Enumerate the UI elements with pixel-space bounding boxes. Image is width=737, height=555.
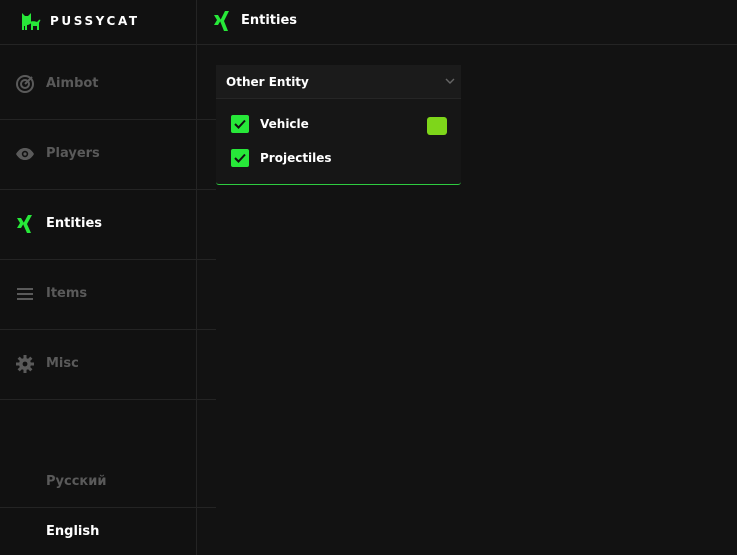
sidebar: PUSSYCAT Aimbot Players Entities Items M…	[0, 0, 216, 555]
app-window: PUSSYCAT Aimbot Players Entities Items M…	[0, 0, 737, 555]
vehicle-color-swatch[interactable]	[427, 117, 447, 135]
xing-icon	[214, 11, 229, 31]
chevron-down-icon	[445, 78, 455, 84]
sidebar-item-players[interactable]: Players	[0, 120, 216, 190]
sidebar-item-label: Entities	[46, 216, 103, 231]
other-entity-panel: Other Entity Vehicle Projectiles	[216, 65, 461, 185]
projectiles-checkbox[interactable]	[231, 149, 249, 167]
sidebar-item-label: Aimbot	[46, 76, 99, 91]
panel-title: Other Entity	[226, 75, 309, 89]
sidebar-item-label: Misc	[46, 356, 79, 371]
sidebar-item-items[interactable]: Items	[0, 260, 216, 330]
language-english[interactable]: English	[0, 508, 216, 555]
sidebar-item-aimbot[interactable]: Aimbot	[0, 50, 216, 120]
language-russian[interactable]: Русский	[0, 458, 216, 508]
cat-icon	[22, 13, 41, 30]
target-icon	[16, 75, 34, 93]
option-vehicle: Vehicle	[231, 115, 451, 135]
option-label: Projectiles	[260, 151, 332, 165]
language-label: English	[46, 524, 100, 539]
xing-icon	[17, 215, 32, 233]
brand-name: PUSSYCAT	[50, 14, 140, 28]
option-projectiles: Projectiles	[231, 149, 451, 169]
menu-icon	[17, 288, 33, 300]
panel-header[interactable]: Other Entity	[216, 65, 461, 99]
checkmark-icon	[234, 153, 246, 163]
page-title: Entities	[241, 13, 298, 28]
sidebar-item-label: Players	[46, 146, 100, 161]
language-label: Русский	[46, 474, 107, 489]
checkmark-icon	[234, 119, 246, 129]
brand: PUSSYCAT	[0, 0, 196, 45]
gear-icon	[16, 355, 34, 373]
page-header: Entities	[197, 0, 737, 45]
vehicle-checkbox[interactable]	[231, 115, 249, 133]
sidebar-item-entities[interactable]: Entities	[0, 190, 216, 260]
option-label: Vehicle	[260, 117, 309, 131]
eye-icon	[16, 148, 34, 160]
sidebar-item-misc[interactable]: Misc	[0, 330, 216, 400]
sidebar-item-label: Items	[46, 286, 88, 301]
